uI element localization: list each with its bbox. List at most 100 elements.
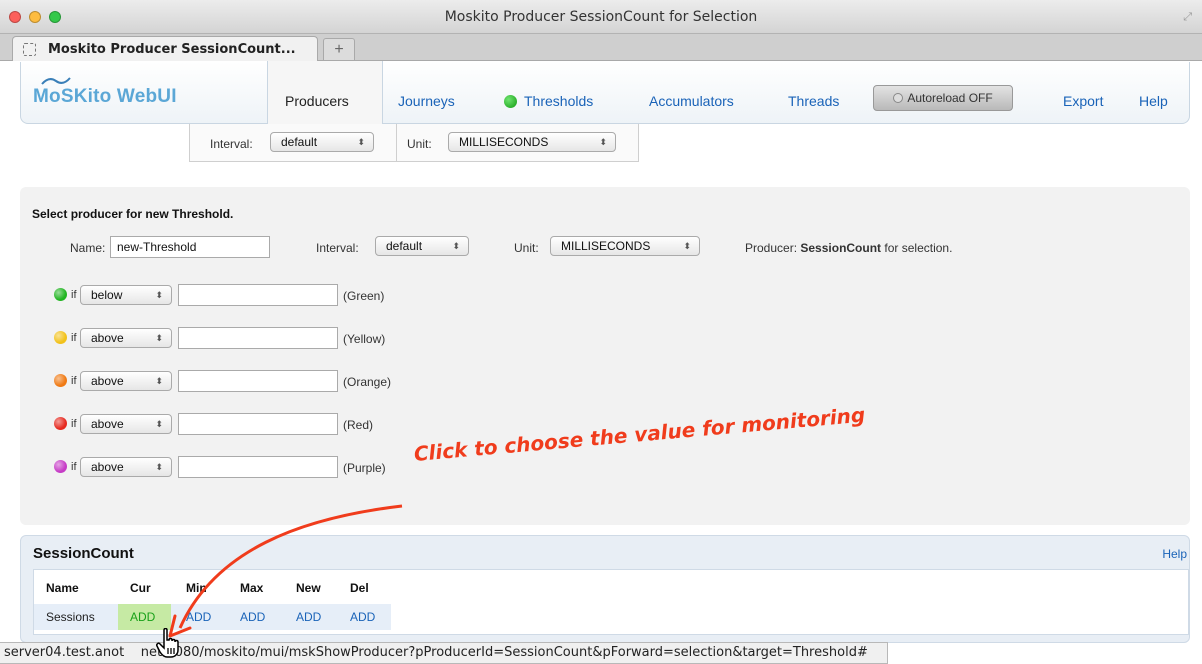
window-title: Moskito Producer SessionCount for Select… <box>444 9 758 25</box>
fullscreen-icon[interactable]: ⤢ <box>1183 11 1192 24</box>
orange-condition-select[interactable]: above ⬍ <box>80 371 172 391</box>
yellow-value-field[interactable] <box>178 327 338 349</box>
green-condition-value: below <box>91 288 123 302</box>
green-condition-select[interactable]: below ⬍ <box>80 285 172 305</box>
logo-wave-icon <box>41 77 71 85</box>
interval-select[interactable]: default ⬍ <box>270 132 374 152</box>
orange-condition-value: above <box>91 374 124 388</box>
unit-select-value: MILLISECONDS <box>459 135 549 149</box>
nav-producers[interactable]: Producers <box>285 93 349 109</box>
page-favicon-icon <box>23 42 36 56</box>
row-name-sessions: Sessions <box>46 610 95 624</box>
select-arrows-icon: ⬍ <box>155 333 163 343</box>
col-cur: Cur <box>130 581 151 595</box>
orange-value-field[interactable] <box>178 370 338 392</box>
browser-tab[interactable]: Moskito Producer SessionCount... <box>12 36 318 61</box>
if-label: if <box>71 375 77 387</box>
sessioncount-box: SessionCount Help Name Cur Min Max New D… <box>20 535 1190 643</box>
red-condition-value: above <box>91 417 124 431</box>
if-label: if <box>71 418 77 430</box>
green-label: (Green) <box>343 289 385 303</box>
red-condition-select[interactable]: above ⬍ <box>80 414 172 434</box>
window-titlebar: Moskito Producer SessionCount for Select… <box>0 0 1202 34</box>
col-max: Max <box>240 581 264 595</box>
add-new-link[interactable]: ADD <box>296 610 321 624</box>
nav-thresholds[interactable]: Thresholds <box>504 93 593 109</box>
interval-label: Interval: <box>210 137 253 151</box>
nav-accumulators[interactable]: Accumulators <box>649 93 734 109</box>
form-unit-value: MILLISECONDS <box>561 239 651 253</box>
autoreload-label: Autoreload OFF <box>907 91 993 105</box>
if-label: if <box>71 289 77 301</box>
form-interval-value: default <box>386 239 423 253</box>
filter-divider <box>396 124 397 161</box>
select-arrows-icon: ⬍ <box>155 419 163 429</box>
yellow-condition-select[interactable]: above ⬍ <box>80 328 172 348</box>
page-content: MoSKito WebUI Producers Journeys Thresho… <box>0 61 1202 643</box>
unit-select[interactable]: MILLISECONDS ⬍ <box>448 132 616 152</box>
autoreload-button[interactable]: Autoreload OFF <box>873 85 1013 111</box>
green-status-icon <box>54 288 67 301</box>
purple-value-field[interactable] <box>178 456 338 478</box>
threshold-form-title: Select producer for new Threshold. <box>32 207 234 221</box>
col-new: New <box>296 581 321 595</box>
add-del-link[interactable]: ADD <box>350 610 375 624</box>
new-tab-button[interactable]: + <box>323 38 355 60</box>
nav-journeys[interactable]: Journeys <box>398 93 455 109</box>
select-arrows-icon: ⬍ <box>683 241 691 251</box>
form-unit-label: Unit: <box>514 241 539 255</box>
select-arrows-icon: ⬍ <box>452 241 460 251</box>
purple-condition-value: above <box>91 460 124 474</box>
interval-select-value: default <box>281 135 318 149</box>
col-del: Del <box>350 581 369 595</box>
purple-status-icon <box>54 460 67 473</box>
purple-condition-select[interactable]: above ⬍ <box>80 457 172 477</box>
sessioncount-title: SessionCount <box>33 545 134 562</box>
producer-label: Producer: <box>745 241 798 255</box>
producer-info: Producer: SessionCount for selection. <box>745 241 952 255</box>
producer-name: SessionCount <box>800 241 882 255</box>
autoreload-icon <box>893 93 904 103</box>
status-green-icon <box>504 95 517 108</box>
if-label: if <box>71 461 77 473</box>
status-bar-url: server04.test.anot net:8080/moskito/mui/… <box>0 642 888 664</box>
main-navbar: MoSKito WebUI Producers Journeys Thresho… <box>20 61 1190 124</box>
purple-label: (Purple) <box>343 461 386 475</box>
select-arrows-icon: ⬍ <box>155 376 163 386</box>
tab-title: Moskito Producer SessionCount... <box>48 41 296 57</box>
green-value-field[interactable] <box>178 284 338 306</box>
add-min-link[interactable]: ADD <box>186 610 211 624</box>
select-arrows-icon: ⬍ <box>155 290 163 300</box>
nav-export[interactable]: Export <box>1063 93 1103 109</box>
producer-suffix: for selection. <box>884 241 953 255</box>
select-arrows-icon: ⬍ <box>357 137 365 147</box>
form-interval-select[interactable]: default ⬍ <box>375 236 469 256</box>
yellow-condition-value: above <box>91 331 124 345</box>
add-cur-link[interactable]: ADD <box>130 610 155 624</box>
red-status-icon <box>54 417 67 430</box>
sessioncount-help-link[interactable]: Help <box>1162 547 1187 561</box>
sessioncount-table: Name Cur Min Max New Del Sessions ADD AD… <box>33 569 1189 635</box>
browser-tabbar: Moskito Producer SessionCount... + <box>0 34 1202 61</box>
threshold-name-field[interactable]: new-Threshold <box>110 236 270 258</box>
if-label: if <box>71 332 77 344</box>
form-interval-label: Interval: <box>316 241 359 255</box>
name-label: Name: <box>70 241 106 255</box>
nav-threads[interactable]: Threads <box>788 93 839 109</box>
nav-help[interactable]: Help <box>1139 93 1168 109</box>
yellow-label: (Yellow) <box>343 332 386 346</box>
orange-label: (Orange) <box>343 375 392 389</box>
red-label: (Red) <box>343 418 374 432</box>
col-name: Name <box>46 581 79 595</box>
form-unit-select[interactable]: MILLISECONDS ⬍ <box>550 236 700 256</box>
yellow-status-icon <box>54 331 67 344</box>
filter-bar: Interval: default ⬍ Unit: MILLISECONDS ⬍ <box>189 124 639 162</box>
col-min: Min <box>186 581 207 595</box>
select-arrows-icon: ⬍ <box>155 462 163 472</box>
threshold-form-panel: Select producer for new Threshold. Name:… <box>20 187 1190 525</box>
orange-status-icon <box>54 374 67 387</box>
hand-pointer-icon <box>156 628 179 658</box>
red-value-field[interactable] <box>178 413 338 435</box>
add-max-link[interactable]: ADD <box>240 610 265 624</box>
moskito-logo[interactable]: MoSKito WebUI <box>33 86 177 108</box>
